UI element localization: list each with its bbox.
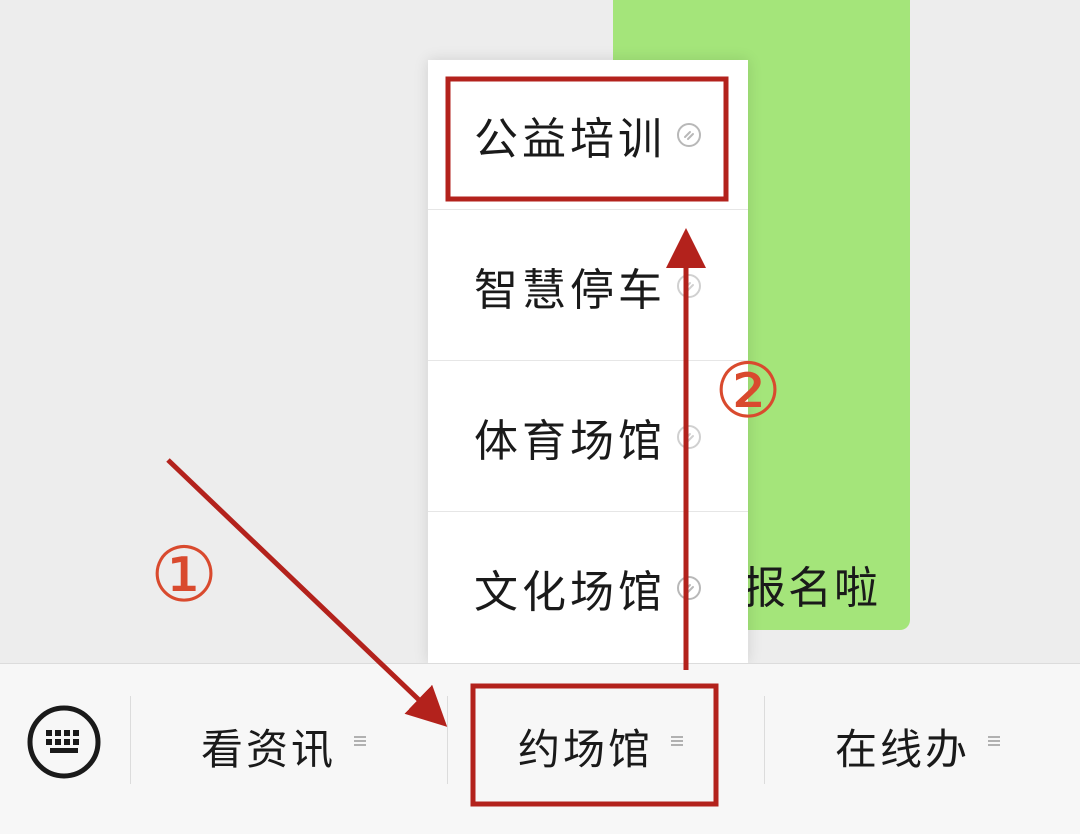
chat-bubble-text: 报名啦	[742, 563, 880, 614]
step-1-marker: ①	[150, 530, 219, 619]
submenu-item-sports-venue[interactable]: 体育场馆	[428, 362, 748, 512]
step-2-marker: ②	[714, 346, 783, 435]
submenu-item-culture-venue[interactable]: 文化场馆	[428, 513, 748, 663]
menu-button-news[interactable]: 看资讯	[131, 664, 447, 814]
menu-button-online-service[interactable]: 在线办	[765, 664, 1080, 814]
mini-program-link-icon	[677, 122, 701, 147]
submenu-item-label: 智慧停车	[474, 264, 666, 316]
submenu-popup: 公益培训 智慧停车 体育场馆 文化场馆	[428, 60, 748, 663]
mini-program-link-icon	[677, 424, 701, 449]
submenu-item-smart-parking[interactable]: 智慧停车	[428, 211, 748, 361]
menu-label: 约场馆	[518, 725, 654, 774]
keyboard-icon[interactable]	[26, 704, 102, 780]
submenu-item-label: 文化场馆	[474, 567, 666, 618]
bottom-menu-bar: 看资讯 约场馆 在线办	[0, 663, 1080, 834]
menu-label: 在线办	[835, 725, 971, 774]
submenu-item-label: 公益培训	[474, 113, 666, 165]
mini-program-link-icon	[677, 273, 701, 298]
menu-button-book-venue[interactable]: 约场馆	[448, 664, 764, 814]
submenu-item-label: 体育场馆	[474, 415, 666, 467]
menu-lines-icon	[671, 736, 683, 746]
menu-lines-icon	[354, 736, 366, 746]
menu-label: 看资讯	[201, 725, 337, 774]
submenu-item-public-training[interactable]: 公益培训	[428, 60, 748, 210]
menu-lines-icon	[988, 736, 1000, 746]
mini-program-link-icon	[677, 576, 701, 600]
